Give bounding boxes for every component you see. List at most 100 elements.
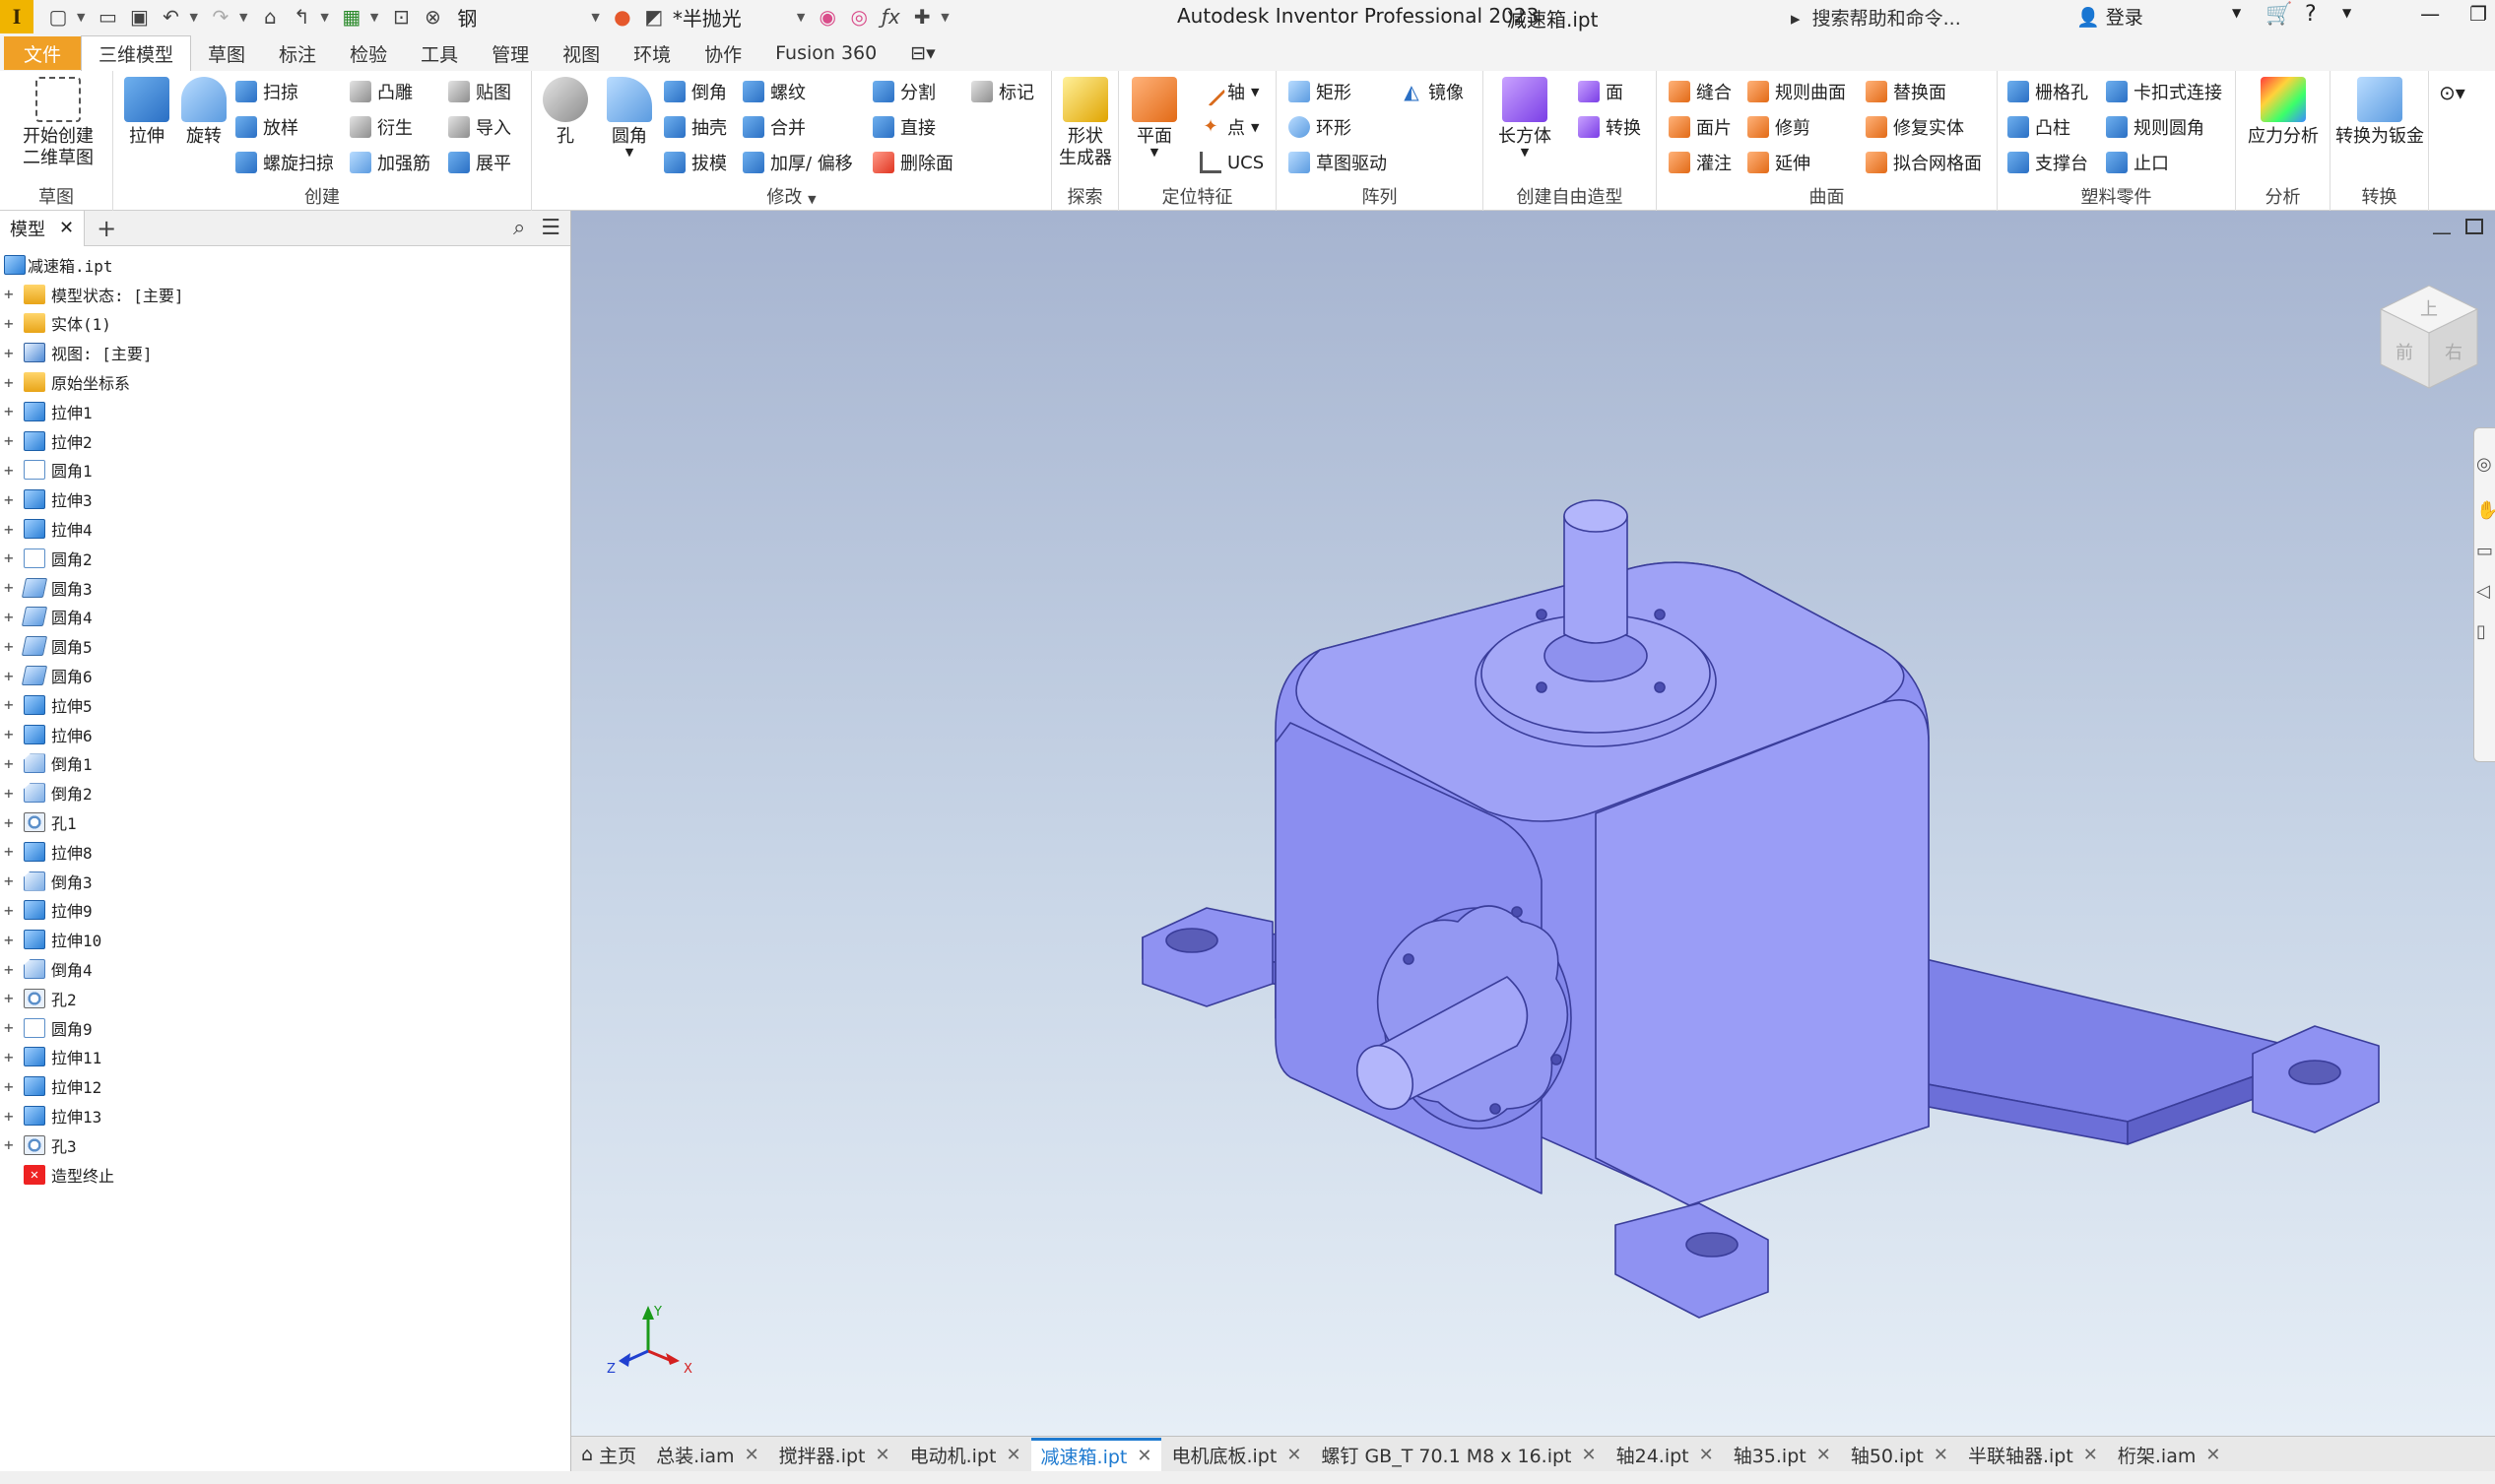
rest-button[interactable]: 支撑台 bbox=[2007, 148, 2088, 177]
tree-node[interactable]: + 倒角2 bbox=[0, 778, 570, 807]
restore-icon[interactable]: ❐ bbox=[2469, 2, 2487, 26]
document-tab[interactable]: 轴50.ipt ✕ bbox=[1841, 1438, 1958, 1471]
document-tab[interactable]: 轴35.ipt ✕ bbox=[1724, 1438, 1841, 1471]
split-button[interactable]: 分割 bbox=[873, 77, 936, 106]
document-tab[interactable]: 总装.iam ✕ bbox=[646, 1438, 769, 1471]
rect-pattern-button[interactable]: 矩形 bbox=[1288, 77, 1351, 106]
start-2d-sketch-button[interactable]: 开始创建 二维草图 bbox=[14, 77, 102, 169]
tab-collaborate[interactable]: 协作 bbox=[688, 36, 758, 70]
draft-button[interactable]: 拔模 bbox=[664, 148, 727, 177]
tree-node[interactable]: + 圆角1 bbox=[0, 456, 570, 485]
tree-node[interactable]: + 孔2 bbox=[0, 984, 570, 1013]
tree-node[interactable]: + 拉伸5 bbox=[0, 690, 570, 720]
unfold-button[interactable]: 展平 bbox=[448, 148, 511, 177]
coil-button[interactable]: 螺旋扫掠 bbox=[235, 148, 334, 177]
tree-node[interactable]: + 圆角9 bbox=[0, 1013, 570, 1043]
close-tab-icon[interactable]: ✕ bbox=[1816, 1445, 1831, 1465]
expand-icon[interactable]: + bbox=[4, 813, 16, 832]
expand-icon[interactable]: + bbox=[4, 285, 16, 303]
fit-mesh-face-button[interactable]: 拟合网格面 bbox=[1866, 148, 1982, 177]
point-button[interactable]: ✦ 点 ▼ bbox=[1200, 112, 1259, 142]
tree-node[interactable]: + 拉伸10 bbox=[0, 925, 570, 954]
tab-home[interactable]: ⌂ 主页 bbox=[571, 1438, 646, 1471]
document-tab[interactable]: 减速箱.ipt ✕ bbox=[1030, 1438, 1162, 1471]
tree-node[interactable]: + 圆角4 bbox=[0, 603, 570, 632]
appearance-select[interactable]: *半抛光 bbox=[673, 3, 791, 32]
undo-icon[interactable]: ↶ bbox=[158, 5, 183, 29]
cart-icon[interactable]: 🛒 bbox=[2265, 2, 2292, 27]
parameters-fx-icon[interactable]: ƒx bbox=[878, 5, 903, 29]
help-search[interactable]: ▸ 搜索帮助和命令... bbox=[1791, 4, 1961, 31]
freeform-face-button[interactable]: 面 bbox=[1578, 77, 1623, 106]
sketch-driven-pattern-button[interactable]: 草图驱动 bbox=[1288, 148, 1387, 177]
appearance-dropdown-icon[interactable]: ▼ bbox=[797, 11, 805, 24]
gearbox-model[interactable] bbox=[571, 211, 2495, 1436]
tab-inspect[interactable]: 检验 bbox=[333, 36, 404, 70]
tree-node[interactable]: + 倒角4 bbox=[0, 954, 570, 984]
appearance-ball-icon[interactable]: ● bbox=[610, 5, 635, 29]
tab-tools[interactable]: 工具 bbox=[404, 36, 475, 70]
login-button[interactable]: 👤 登录 bbox=[2076, 3, 2143, 30]
login-dropdown-icon[interactable]: ▼ bbox=[2232, 6, 2241, 20]
derive-button[interactable]: 衍生 bbox=[350, 112, 413, 142]
tree-node[interactable]: + 拉伸6 bbox=[0, 720, 570, 749]
expand-icon[interactable]: + bbox=[4, 637, 16, 656]
convert-sheet-metal-button[interactable]: 转换为钣金 bbox=[2331, 77, 2429, 148]
expand-icon[interactable]: + bbox=[4, 373, 16, 392]
close-tab-icon[interactable]: ✕ bbox=[1934, 1445, 1948, 1465]
new-dropdown-icon[interactable]: ▼ bbox=[77, 11, 85, 24]
open-icon[interactable]: ▭ bbox=[95, 5, 120, 29]
tree-node[interactable]: + 拉伸11 bbox=[0, 1043, 570, 1072]
combine-button[interactable]: 合并 bbox=[743, 112, 806, 142]
tree-node[interactable]: + 拉伸9 bbox=[0, 896, 570, 926]
hole-button[interactable]: 孔 bbox=[536, 77, 595, 148]
document-tab[interactable]: 电动机.ipt ✕ bbox=[900, 1438, 1031, 1471]
help-dropdown-icon[interactable]: ▼ bbox=[2342, 6, 2351, 20]
browser-tab-model[interactable]: 模型 ✕ bbox=[0, 210, 86, 246]
document-tab[interactable]: 轴24.ipt ✕ bbox=[1607, 1438, 1724, 1471]
sweep-button[interactable]: 扫掠 bbox=[235, 77, 298, 106]
select-icon[interactable]: ⊡ bbox=[388, 5, 414, 29]
snap-fit-button[interactable]: 卡扣式连接 bbox=[2106, 77, 2222, 106]
mirror-button[interactable]: ◭ 镜像 bbox=[1401, 77, 1464, 106]
document-tab[interactable]: 电机底板.ipt ✕ bbox=[1161, 1438, 1311, 1471]
tab-3d-model[interactable]: 三维模型 bbox=[81, 35, 192, 71]
ruled-surface-button[interactable]: 规则曲面 bbox=[1747, 77, 1846, 106]
expand-icon[interactable]: + bbox=[4, 578, 16, 597]
mark-button[interactable]: 标记 bbox=[971, 77, 1034, 106]
expand-icon[interactable]: + bbox=[4, 431, 16, 450]
loft-button[interactable]: 放样 bbox=[235, 112, 298, 142]
tree-node[interactable]: + 拉伸4 bbox=[0, 514, 570, 544]
expand-icon[interactable]: + bbox=[4, 1135, 16, 1154]
panel-modify-label[interactable]: 修改 ▼ bbox=[532, 183, 1051, 209]
fillet-button[interactable]: 圆角 ▼ bbox=[597, 77, 662, 158]
redo-icon[interactable]: ↷ bbox=[208, 5, 233, 29]
material-dropdown-icon[interactable]: ▼ bbox=[591, 11, 599, 24]
close-tab-icon[interactable]: ✕ bbox=[2083, 1445, 2098, 1465]
add-icon[interactable]: ✚ bbox=[909, 5, 935, 29]
replace-face-button[interactable]: 替换面 bbox=[1866, 77, 1946, 106]
tree-node[interactable]: + 圆角5 bbox=[0, 631, 570, 661]
expand-icon[interactable]: + bbox=[4, 608, 16, 626]
direct-button[interactable]: 直接 bbox=[873, 112, 936, 142]
return-icon[interactable]: ↰ bbox=[289, 5, 314, 29]
lip-button[interactable]: 止口 bbox=[2106, 148, 2169, 177]
tab-fusion360[interactable]: Fusion 360 bbox=[758, 36, 893, 70]
fillet-dropdown-icon[interactable]: ▼ bbox=[597, 147, 662, 158]
stitch-button[interactable]: 缝合 bbox=[1669, 77, 1732, 106]
close-tab-icon[interactable]: ✕ bbox=[745, 1445, 759, 1465]
adjust-appearance-icon[interactable]: ◉ bbox=[815, 5, 840, 29]
ribbon-display-toggle[interactable]: ⊟▾ bbox=[893, 36, 952, 70]
ucs-button[interactable]: UCS bbox=[1200, 148, 1264, 177]
tree-node[interactable]: + 拉伸1 bbox=[0, 397, 570, 426]
inventor-logo-icon[interactable]: I bbox=[0, 0, 33, 33]
tab-annotate[interactable]: 标注 bbox=[262, 36, 333, 70]
tree-node[interactable]: + 拉伸2 bbox=[0, 426, 570, 456]
close-tab-icon[interactable]: ✕ bbox=[1137, 1446, 1151, 1466]
expand-icon[interactable]: + bbox=[4, 1048, 16, 1066]
expand-icon[interactable]: + bbox=[4, 1077, 16, 1096]
expand-icon[interactable]: + bbox=[4, 931, 16, 949]
tree-node[interactable]: + 拉伸12 bbox=[0, 1071, 570, 1101]
document-tab[interactable]: 螺钉 GB_T 70.1 M8 x 16.ipt ✕ bbox=[1311, 1438, 1606, 1471]
expand-icon[interactable]: + bbox=[4, 548, 16, 567]
